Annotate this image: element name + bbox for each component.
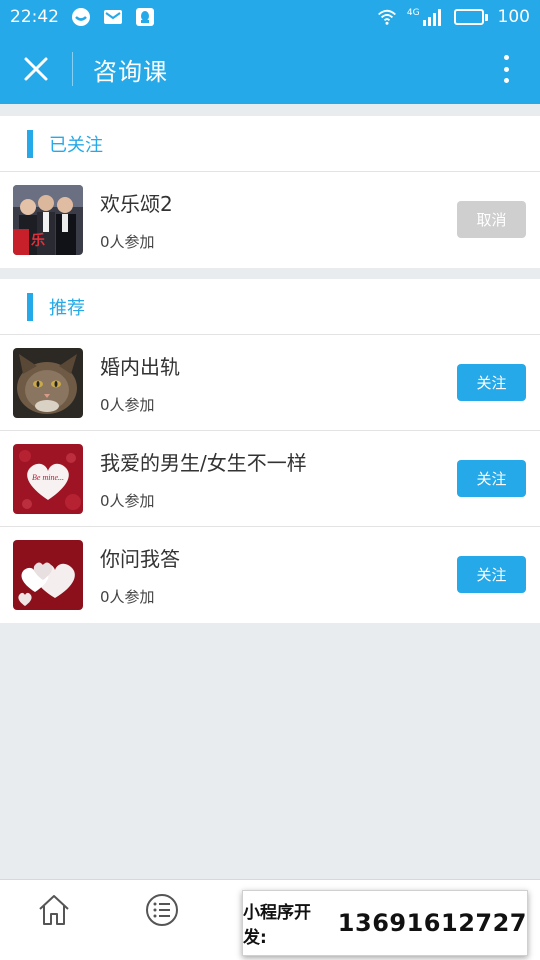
course-title: 你问我答: [100, 547, 180, 571]
mail-icon: [103, 7, 123, 27]
title-divider: [72, 52, 73, 86]
svg-text:乐: 乐: [31, 232, 45, 248]
battery-icon: [453, 9, 488, 25]
qq-icon: [135, 7, 155, 27]
course-thumbnail: Be mine...: [13, 443, 83, 514]
followed-section: 已关注 乐 欢乐颂2 0人参加 取消: [0, 116, 540, 268]
nav-home[interactable]: [34, 890, 74, 930]
participant-count: 0人参加: [100, 233, 155, 251]
home-icon: [39, 895, 69, 925]
list-icon: [146, 894, 178, 926]
section-header: 推荐: [0, 279, 540, 335]
section-header: 已关注: [0, 116, 540, 172]
contact-watermark: 小程序开发: 13691612727: [242, 890, 528, 956]
watermark-label: 小程序开发:: [243, 903, 311, 948]
follow-button[interactable]: 关注: [457, 364, 526, 401]
close-icon: [24, 57, 48, 81]
title-bar: 咨询课: [0, 34, 540, 104]
paper-hearts-icon: [13, 540, 83, 610]
course-title: 婚内出轨: [100, 354, 180, 379]
course-info: 我爱的男生/女生不一样 0人参加: [100, 447, 307, 511]
status-right: 4G 100: [377, 7, 530, 27]
participant-count: 0人参加: [100, 395, 155, 414]
status-left: 22:42: [10, 7, 155, 27]
course-title: 我爱的男生/女生不一样: [100, 450, 307, 475]
watermark-phone: 13691612727: [337, 909, 527, 937]
course-item[interactable]: 婚内出轨 0人参加 关注: [0, 335, 540, 431]
course-info: 欢乐颂2 0人参加: [100, 188, 173, 252]
page-title: 咨询课: [93, 57, 168, 86]
participant-count: 0人参加: [100, 588, 155, 606]
section-title-followed: 已关注: [49, 134, 103, 156]
course-info: 婚内出轨 0人参加: [100, 351, 180, 415]
section-title-recommended: 推荐: [49, 297, 85, 319]
cat-photo-icon: [13, 347, 83, 418]
network-type: 4G: [406, 8, 420, 18]
message-bubble-icon: [71, 7, 91, 27]
close-button[interactable]: [0, 34, 72, 104]
course-item[interactable]: 乐 欢乐颂2 0人参加 取消: [0, 172, 540, 268]
more-dot-icon: [503, 78, 509, 83]
more-dot-icon: [503, 55, 509, 60]
participant-count: 0人参加: [100, 491, 155, 510]
signal-icon: 4G: [407, 8, 444, 26]
svg-text:Be mine...: Be mine...: [32, 473, 64, 482]
wifi-icon: [377, 7, 397, 27]
tv-drama-poster-icon: 乐: [13, 185, 83, 255]
section-accent-bar: [27, 129, 33, 158]
unfollow-button[interactable]: 取消: [457, 201, 526, 238]
course-thumbnail: [13, 347, 83, 418]
more-dot-icon: [503, 66, 509, 72]
course-thumbnail: [13, 540, 83, 610]
course-title: 欢乐颂2: [100, 192, 173, 216]
course-thumbnail: 乐: [13, 185, 83, 255]
course-item[interactable]: 你问我答 0人参加 关注: [0, 527, 540, 623]
be-mine-heart-icon: Be mine...: [13, 443, 83, 514]
course-item[interactable]: Be mine... 我爱的男生/女生不一样 0人参加 关注: [0, 431, 540, 527]
nav-list[interactable]: [142, 890, 182, 930]
course-info: 你问我答 0人参加: [100, 543, 180, 607]
section-accent-bar: [27, 292, 33, 321]
follow-button[interactable]: 关注: [457, 460, 526, 497]
follow-button[interactable]: 关注: [457, 556, 526, 593]
status-time: 22:42: [10, 7, 59, 27]
battery-level: 100: [497, 7, 530, 27]
status-bar: 22:42 4G 100: [0, 0, 540, 34]
more-menu-button[interactable]: [492, 51, 520, 87]
recommended-section: 推荐 婚内出轨 0人参加 关注 Be mine... 我爱的男生/女生不一样 0…: [0, 279, 540, 623]
